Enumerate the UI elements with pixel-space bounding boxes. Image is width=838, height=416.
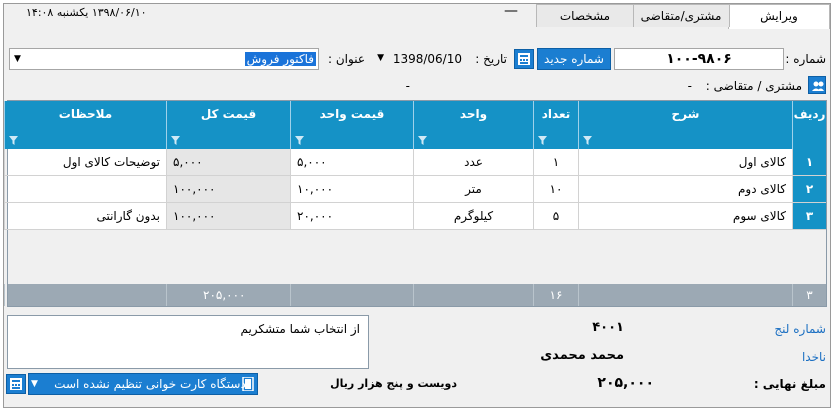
- calculator-icon[interactable]: [6, 374, 26, 394]
- table-cell-quantity[interactable]: ۱۰: [533, 176, 578, 203]
- footer-quantity-total: ۱۶: [533, 284, 578, 306]
- captain-link[interactable]: ناخدا: [802, 350, 826, 364]
- customer-value: -: [687, 79, 692, 93]
- items-grid: ردیف شرح تعداد واحد قیمت واحد قیمت کل مل…: [4, 100, 827, 307]
- table-cell-total: ۵,۰۰۰: [166, 149, 290, 176]
- table-cell-description[interactable]: کالای سوم: [578, 203, 792, 230]
- header-description[interactable]: شرح: [578, 101, 792, 149]
- row-number[interactable]: ۲: [792, 176, 826, 203]
- memo-textarea[interactable]: از انتخاب شما متشکریم: [7, 315, 369, 369]
- filter-icon[interactable]: [538, 136, 547, 145]
- memo-text: از انتخاب شما متشکریم: [240, 322, 360, 336]
- header-form-row: شماره : ۱۰۰-۹۸۰۶ شماره جدید تاریخ : 1398…: [4, 48, 830, 74]
- header-unit[interactable]: واحد: [413, 101, 533, 149]
- footer-unit-price: [290, 284, 413, 306]
- table-cell-quantity[interactable]: ۱: [533, 149, 578, 176]
- table-cell-unit[interactable]: متر: [413, 176, 533, 203]
- footer-sum-total: ۲۰۵,۰۰۰: [166, 284, 290, 306]
- lane-number-value: ۴۰۰۱: [592, 320, 624, 335]
- lane-number-link[interactable]: شماره لنج: [774, 322, 826, 336]
- table-cell-notes[interactable]: [4, 176, 166, 203]
- new-number-button[interactable]: شماره جدید: [537, 48, 611, 70]
- final-amount-value: ۲۰۵,۰۰۰: [597, 375, 654, 391]
- tab-edit[interactable]: ویرایش: [728, 4, 830, 29]
- table-cell-unit-price[interactable]: ۲۰,۰۰۰: [290, 203, 413, 230]
- table-cell-notes[interactable]: توضیحات کالای اول: [4, 149, 166, 176]
- tab-specifications[interactable]: مشخصات: [536, 4, 634, 27]
- table-cell-description[interactable]: کالای اول: [578, 149, 792, 176]
- final-amount-label: مبلغ نهایی :: [753, 377, 826, 391]
- card-reader-dropdown-icon[interactable]: ▼: [31, 374, 38, 394]
- date-label: تاریخ :: [475, 52, 507, 66]
- filter-icon[interactable]: [9, 136, 18, 145]
- row-number[interactable]: ۳: [792, 203, 826, 230]
- new-number-icon[interactable]: [514, 49, 534, 69]
- table-cell-total: ۱۰۰,۰۰۰: [166, 176, 290, 203]
- card-reader-icon: [242, 377, 254, 391]
- filter-icon[interactable]: [418, 136, 427, 145]
- table-cell-unit-price[interactable]: ۱۰,۰۰۰: [290, 176, 413, 203]
- invoice-number-field[interactable]: ۱۰۰-۹۸۰۶: [614, 48, 784, 70]
- header-total-price[interactable]: قیمت کل: [166, 101, 290, 149]
- grid-footer: ۳ ۱۶ ۲۰۵,۰۰۰: [4, 284, 826, 306]
- title-dropdown-icon[interactable]: ▼: [14, 49, 21, 69]
- table-cell-unit[interactable]: عدد: [413, 149, 533, 176]
- row-number[interactable]: ۱: [792, 149, 826, 176]
- footer-description: [578, 284, 792, 306]
- customer-label: مشتری / متقاضی :: [705, 79, 802, 93]
- number-label: شماره :: [785, 52, 826, 66]
- date-time-status: ۱۳۹۸/۰۶/۱۰ یکشنبه ۱۴:۰۸: [26, 6, 147, 19]
- captain-value: محمد محمدی: [540, 348, 624, 363]
- footer-row-count: ۳: [792, 284, 826, 306]
- card-reader-button[interactable]: دستگاه کارت خوانی تنظیم نشده است ▼: [28, 373, 258, 395]
- header-quantity[interactable]: تعداد: [533, 101, 578, 149]
- date-value[interactable]: 1398/06/10: [393, 52, 462, 66]
- title-value: فاکتور فروش: [244, 52, 316, 66]
- header-unit-price[interactable]: قیمت واحد: [290, 101, 413, 149]
- table-cell-quantity[interactable]: ۵: [533, 203, 578, 230]
- table-cell-unit-price[interactable]: ۵,۰۰۰: [290, 149, 413, 176]
- title-select[interactable]: فاکتور فروش ▼: [9, 48, 319, 70]
- filter-icon[interactable]: [171, 136, 180, 145]
- tab-customer[interactable]: مشتری/متقاضی: [632, 4, 730, 27]
- header-row-number[interactable]: ردیف: [792, 101, 826, 149]
- date-dropdown-icon[interactable]: ▼: [377, 53, 384, 63]
- status-dash: —: [504, 3, 518, 19]
- invoice-window: ویرایش مشتری/متقاضی مشخصات — ۱۳۹۸/۰۶/۱۰ …: [3, 3, 831, 408]
- tab-strip: ویرایش مشتری/متقاضی مشخصات — ۱۳۹۸/۰۶/۱۰ …: [4, 3, 830, 29]
- grid-empty-area: [8, 230, 826, 284]
- table-cell-unit[interactable]: کیلوگرم: [413, 203, 533, 230]
- card-reader-status: دستگاه کارت خوانی تنظیم نشده است: [54, 377, 246, 391]
- header-notes[interactable]: ملاحظات: [4, 101, 166, 149]
- footer-notes: [4, 284, 166, 306]
- amount-in-words: دویست و پنج هزار ریال: [330, 377, 457, 390]
- table-cell-total: ۱۰۰,۰۰۰: [166, 203, 290, 230]
- customer-dash: -: [405, 79, 410, 93]
- filter-icon[interactable]: [583, 136, 592, 145]
- customer-icon[interactable]: [808, 76, 826, 94]
- filter-icon[interactable]: [295, 136, 304, 145]
- table-cell-notes[interactable]: بدون گارانتی: [4, 203, 166, 230]
- title-label: عنوان :: [328, 52, 365, 66]
- total-bar: مبلغ نهایی : ۲۰۵,۰۰۰ دویست و پنج هزار ری…: [4, 373, 830, 395]
- footer-unit: [413, 284, 533, 306]
- table-cell-description[interactable]: کالای دوم: [578, 176, 792, 203]
